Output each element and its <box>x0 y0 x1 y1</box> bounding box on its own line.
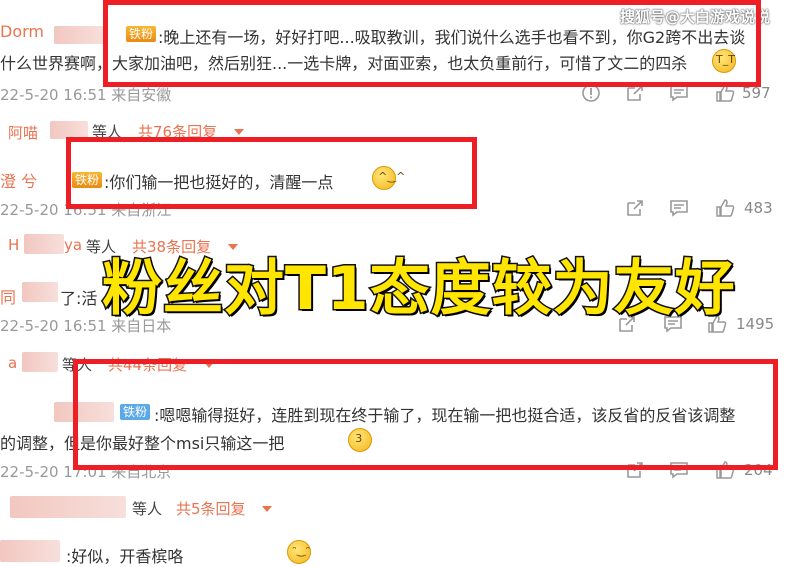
comment-3-like-count: 1495 <box>736 315 775 333</box>
comment-3-reply-author-blur <box>22 352 58 372</box>
comment-3-reply-author[interactable]: a <box>8 354 17 372</box>
comment-5-text: :好似，开香槟咯 <box>66 547 184 566</box>
comment-4-reply-author-blur <box>10 496 126 518</box>
comment-5-username-blur <box>0 540 60 562</box>
chevron-down-icon[interactable] <box>262 506 272 512</box>
highlight-box-3 <box>73 359 778 470</box>
comment-1-username-blur <box>54 26 104 44</box>
comment-2-reply-author[interactable]: H <box>8 236 19 254</box>
comment-1-meta: 22-5-20 16:51 来自安徽 <box>0 86 172 104</box>
comment-3-username[interactable]: 同 <box>0 284 16 308</box>
comment-2-reply-author-blur <box>24 234 64 254</box>
comment-3-text: 了:活 <box>60 289 98 308</box>
share-icon[interactable] <box>624 197 646 219</box>
comment-3-username-blur <box>22 282 58 302</box>
chevron-down-icon[interactable] <box>234 129 244 135</box>
highlight-box-1 <box>103 0 761 87</box>
comment-4-replies-count[interactable]: 共5条回复 <box>176 498 246 519</box>
comment-2-reply-author-tail[interactable]: ya <box>64 236 82 254</box>
highlight-box-2 <box>66 137 477 209</box>
comment-4-replies-waiting: 等人 <box>132 500 163 518</box>
comment-1-replies-row[interactable]: 阿喵 <box>8 122 38 143</box>
comment-1-reply-author[interactable]: 阿喵 <box>8 124 38 142</box>
comment-1-username[interactable]: Dorm <box>0 22 44 41</box>
like-icon[interactable] <box>714 197 736 219</box>
comment-2-username[interactable]: 澄 兮 <box>0 168 37 192</box>
overlay-headline: 粉丝对T1态度较为友好 <box>101 253 737 326</box>
comment-icon[interactable] <box>668 197 690 219</box>
grin-emoji-icon: ᵔ‿ᵔ <box>287 540 312 564</box>
comment-2-like-count: 483 <box>744 199 773 217</box>
